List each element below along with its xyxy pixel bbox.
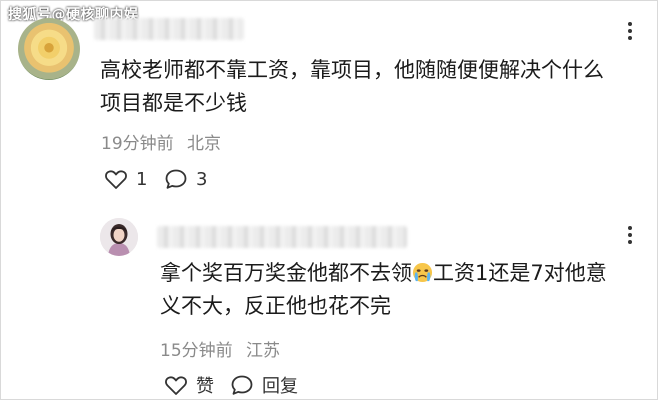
comment-location: 北京 [187,134,222,154]
reply-location: 江苏 [246,341,281,361]
comment-time: 19分钟前 [101,134,174,154]
reply-text-line-1: 拿个奖百万奖金他都不去领 工资1还是7对他意 [160,257,607,290]
reply-label: 回复 [262,376,298,397]
comment-meta: 19分钟前 北京 [101,129,221,154]
username-blurred[interactable] [94,18,244,40]
person-portrait-icon [100,218,138,256]
reply-text-part-1: 拿个奖百万奖金他都不去领 [160,261,412,285]
reply-like-button[interactable]: 赞 [164,372,214,398]
avatar[interactable] [18,18,80,80]
reply-avatar[interactable] [100,218,138,256]
reply-text-line-2: 义不大，反正他也花不完 [160,294,391,318]
more-vertical-icon[interactable] [628,22,632,40]
like-count: 1 [136,168,148,190]
comment-bubble-icon [231,375,253,395]
reply-time: 15分钟前 [160,341,233,361]
reply-text-part-2: 工资1还是7对他意 [433,261,607,285]
reply-button[interactable]: 回复 [230,372,298,398]
more-vertical-icon[interactable] [628,226,632,244]
heart-outline-icon [165,376,187,395]
comment-bubble-icon [165,169,187,189]
reply-count-button[interactable]: 3 [164,168,207,190]
crying-face-emoji [412,262,433,283]
reply-username-blurred[interactable] [157,226,407,248]
comment-text-line-1: 高校老师都不靠工资，靠项目，他随随便便解决个什么 [100,58,604,82]
reply-count: 3 [196,168,208,190]
heart-outline-icon [105,170,127,189]
like-label: 赞 [196,376,214,397]
reply-meta: 15分钟前 江苏 [160,336,280,361]
like-button[interactable]: 1 [104,168,147,190]
comment-text-line-2: 项目都是不少钱 [100,91,247,115]
